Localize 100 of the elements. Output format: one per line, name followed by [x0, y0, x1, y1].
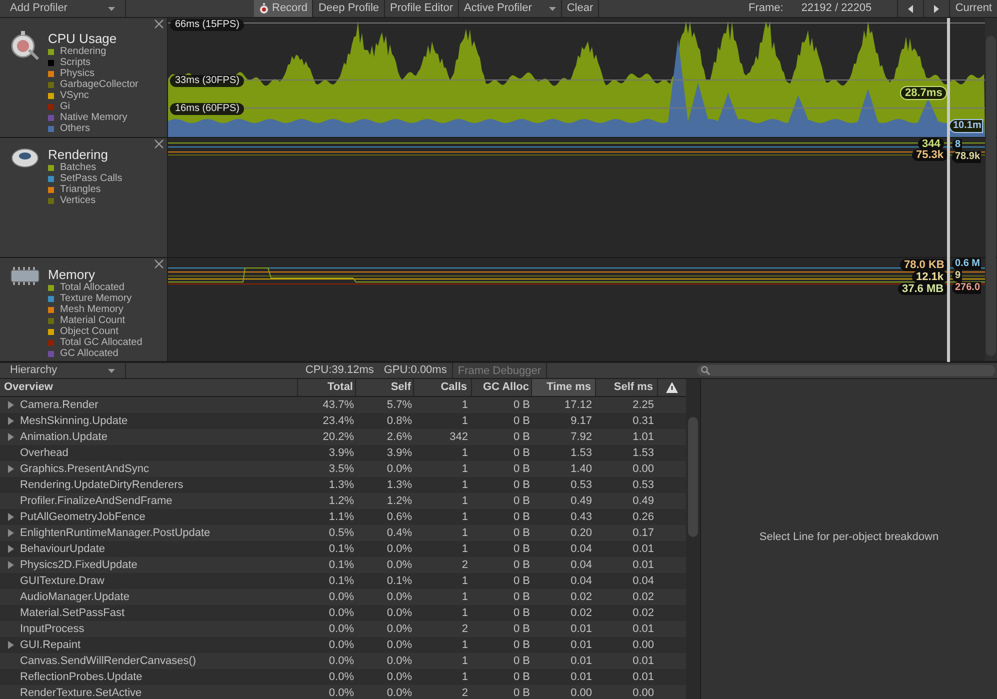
tree-row-label[interactable]: GUITexture.Draw — [8, 572, 104, 590]
tree-row-label[interactable]: InputProcess — [8, 620, 84, 638]
table-cell: 0.0% — [328, 590, 354, 603]
tree-row-label[interactable]: ReflectionProbes.Update — [8, 668, 142, 686]
table-cell: 0.1% — [328, 542, 354, 555]
table-cell: 0.00 — [632, 462, 654, 475]
tree-row-label[interactable]: Graphics.PresentAndSync — [8, 460, 150, 478]
tree-row-label[interactable]: Physics2D.FixedUpdate — [8, 556, 138, 574]
tree-row-label[interactable]: Rendering.UpdateDirtyRenderers — [8, 476, 184, 494]
table-cell: 0.26 — [632, 510, 654, 523]
value-label: 10.1m — [949, 119, 984, 133]
table-cell: 342 — [450, 430, 468, 443]
right-triangle-icon — [934, 4, 940, 12]
table-cell: 0.53 — [570, 478, 592, 491]
scrollbar-thumb[interactable] — [688, 417, 698, 537]
column-header[interactable]: Total — [298, 379, 356, 396]
tree-row-label[interactable]: AudioManager.Update — [8, 588, 130, 606]
view-dropdown[interactable]: Hierarchy — [0, 363, 126, 378]
table-cell: 1 — [462, 462, 468, 475]
torus-icon — [10, 146, 40, 170]
tree-row-label[interactable]: PutAllGeometryJobFence — [8, 508, 146, 526]
tree-row-label[interactable]: Material.SetPassFast — [8, 604, 125, 622]
expand-triangle-icon — [8, 465, 14, 473]
column-header[interactable]: Calls — [414, 379, 472, 396]
column-header[interactable]: Self ms — [596, 379, 658, 396]
table-cell: 5.7% — [386, 398, 412, 411]
table-cell: 0 B — [513, 542, 530, 555]
legend-label: Total GC Allocated — [60, 336, 142, 348]
tree-row-label[interactable]: RenderTexture.SetActive — [8, 684, 142, 699]
table-cell: 1.53 — [570, 446, 592, 459]
legend-label: Rendering — [60, 46, 106, 58]
table-cell: 2.6% — [386, 430, 412, 443]
table-cell: 1 — [462, 654, 468, 667]
table-cell: 0.01 — [570, 670, 592, 683]
search-icon — [701, 366, 710, 375]
table-cell: 0 B — [513, 526, 530, 539]
panel-title: CPU Usage — [48, 32, 118, 46]
table-cell: 1.1% — [328, 510, 354, 523]
table-cell: 1.3% — [328, 478, 354, 491]
tree-row-label[interactable]: EnlightenRuntimeManager.PostUpdate — [8, 524, 210, 542]
value-label: 75.3k — [912, 149, 948, 161]
add-profiler-dropdown[interactable]: Add Profiler — [0, 0, 126, 17]
table-cell: 43.7% — [322, 398, 354, 411]
table-cell: 1 — [462, 574, 468, 587]
tree-row-label[interactable]: Canvas.SendWillRenderCanvases() — [8, 652, 196, 670]
fps-guide-label: 66ms (15FPS) — [170, 19, 244, 31]
table-cell: 0.0% — [386, 542, 412, 555]
legend-label: Total Allocated — [60, 282, 124, 294]
table-cell: 1.01 — [632, 430, 654, 443]
table-cell: 0.0% — [386, 654, 412, 667]
close-button[interactable] — [154, 139, 164, 149]
table-cell: 0.0% — [386, 606, 412, 619]
tree-row-label[interactable]: Camera.Render — [8, 396, 98, 414]
table-cell: 0 B — [513, 638, 530, 651]
table-cell: 0.1% — [328, 574, 354, 587]
frame-label: Frame: — [748, 1, 784, 16]
table-cell: 1 — [462, 670, 468, 683]
table-cell: 0 B — [513, 622, 530, 635]
table-cell: 0 B — [513, 654, 530, 667]
record-button[interactable]: Record — [254, 0, 314, 17]
close-button[interactable] — [154, 259, 164, 269]
legend-label: Physics — [60, 68, 94, 80]
table-cell: 1 — [462, 590, 468, 603]
table-cell: 0.01 — [570, 638, 592, 651]
tree-row-label[interactable]: GUI.Repaint — [8, 636, 81, 654]
table-cell: 1.53 — [632, 446, 654, 459]
table-cell: 0 B — [513, 414, 530, 427]
table-cell: 0.02 — [632, 606, 654, 619]
column-header[interactable]: Time ms — [532, 379, 596, 396]
table-cell: 0.17 — [632, 526, 654, 539]
table-cell: 0.1% — [386, 574, 412, 587]
scrollbar-thumb[interactable] — [986, 36, 996, 356]
tree-row-label[interactable]: BehaviourUpdate — [8, 540, 106, 558]
legend-label: SetPass Calls — [60, 172, 122, 184]
table-cell: 0 B — [513, 670, 530, 683]
table-cell: 0.01 — [632, 558, 654, 571]
table-cell: 0.01 — [632, 542, 654, 555]
close-button[interactable] — [154, 19, 164, 29]
legend-label: Material Count — [60, 314, 126, 326]
table-cell: 0 B — [513, 430, 530, 443]
tree-row-label[interactable]: Animation.Update — [8, 428, 108, 446]
table-cell: 1 — [462, 446, 468, 459]
tree-row-label[interactable]: Profiler.FinalizeAndSendFrame — [8, 492, 172, 510]
table-cell: 0 B — [513, 686, 530, 699]
panel-title: Rendering — [48, 148, 109, 162]
tree-row-label[interactable]: MeshSkinning.Update — [8, 412, 128, 430]
table-cell: 3.9% — [386, 446, 412, 459]
table-cell: 2 — [462, 686, 468, 699]
table-cell: 0.0% — [386, 670, 412, 683]
table-cell: 0.01 — [632, 654, 654, 667]
table-cell: 0.01 — [632, 670, 654, 683]
search-field[interactable] — [697, 365, 995, 376]
legend-label: Mesh Memory — [60, 303, 124, 316]
table-cell: 2 — [462, 558, 468, 571]
table-cell: 3.5% — [328, 462, 354, 475]
column-header[interactable]: Self — [356, 379, 414, 396]
tree-row-label[interactable]: Overhead — [8, 444, 68, 462]
value-label: 8 — [952, 139, 962, 151]
column-header[interactable]: Overview — [0, 379, 298, 396]
current-frame-button[interactable]: Current — [949, 0, 997, 17]
